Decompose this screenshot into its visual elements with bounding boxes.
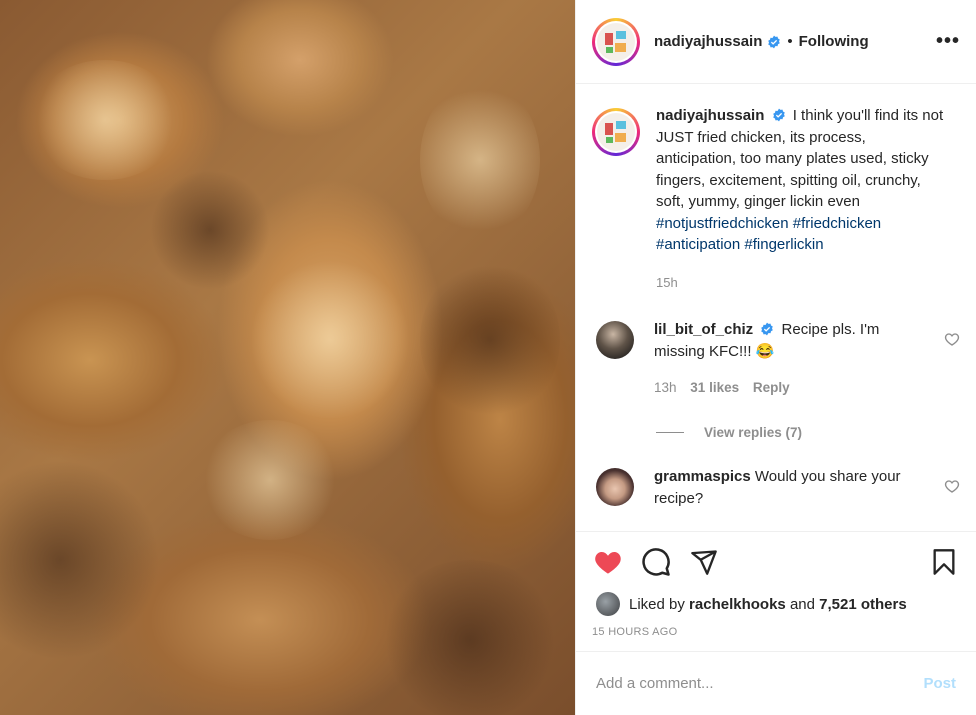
comment-input[interactable] — [596, 675, 924, 692]
caption: nadiyajhussain I think you'll find its n… — [592, 105, 960, 293]
verified-badge-icon — [768, 35, 781, 48]
hashtag-link[interactable]: #fingerlickin — [744, 236, 823, 253]
photo-highlight — [30, 60, 180, 180]
save-button[interactable] — [928, 546, 960, 578]
comment-item: lil_bit_of_chiz Recipe pls. I'm missing … — [592, 319, 960, 399]
photo-shadow — [380, 560, 560, 715]
header-separator: • — [787, 33, 793, 50]
comment-like-heart-icon[interactable] — [944, 331, 960, 347]
view-replies-line — [656, 432, 684, 433]
commenter-avatar[interactable] — [596, 321, 634, 359]
comment-body: grammaspics Would you share your recipe? — [654, 466, 914, 510]
following-button[interactable]: Following — [799, 33, 869, 50]
like-button[interactable] — [592, 546, 624, 578]
share-button[interactable] — [688, 546, 720, 578]
comment-likes[interactable]: 31 likes — [690, 380, 739, 395]
comment-body: lil_bit_of_chiz Recipe pls. I'm missing … — [654, 319, 914, 399]
post-photo[interactable] — [0, 0, 575, 715]
likes-others-link[interactable]: 7,521 others — [819, 596, 907, 613]
paper-plane-icon — [691, 550, 717, 575]
verified-badge-icon — [772, 108, 785, 122]
hashtag-link[interactable]: #notjustfriedchicken — [656, 215, 789, 232]
hashtag-link[interactable]: #friedchicken — [793, 215, 881, 232]
photo-highlight — [420, 80, 540, 240]
post-timestamp[interactable]: 15 HOURS AGO — [592, 626, 960, 638]
comments-list[interactable]: nadiyajhussain I think you'll find its n… — [576, 85, 976, 531]
comment-item: grammaspics Would you share your recipe? — [592, 466, 960, 510]
photo-highlight — [200, 420, 340, 540]
photo-shadow — [420, 260, 560, 420]
action-bar — [592, 542, 960, 582]
liker-username[interactable]: rachelkhooks — [689, 596, 786, 613]
comment-meta: 13h 31 likes Reply — [654, 377, 914, 399]
comment-button[interactable] — [640, 546, 672, 578]
caption-username[interactable]: nadiyajhussain — [656, 107, 764, 124]
comment-like-heart-icon[interactable] — [944, 478, 960, 494]
likes-and: and — [789, 595, 815, 613]
caption-avatar[interactable] — [592, 108, 640, 156]
heart-filled-icon — [595, 552, 621, 574]
post-comment-button[interactable]: Post — [923, 675, 956, 692]
verified-badge-icon — [761, 322, 774, 336]
reply-button[interactable]: Reply — [753, 380, 790, 395]
liker-avatar[interactable] — [596, 592, 620, 616]
post-header: nadiyajhussain • Following ••• — [576, 0, 976, 84]
comment-username[interactable]: lil_bit_of_chiz — [654, 321, 753, 338]
view-replies-button[interactable]: View replies (7) — [656, 425, 960, 440]
add-comment-bar: Post — [576, 651, 976, 715]
author-username[interactable]: nadiyajhussain — [654, 33, 762, 50]
comment-username[interactable]: grammaspics — [654, 468, 751, 485]
hashtag-link[interactable]: #anticipation — [656, 236, 740, 253]
caption-body: nadiyajhussain I think you'll find its n… — [656, 105, 946, 293]
author-avatar[interactable] — [592, 17, 640, 66]
photo-shadow — [150, 170, 270, 290]
likes-summary: Liked by rachelkhooks and 7,521 others — [592, 592, 960, 616]
bookmark-icon — [933, 549, 955, 575]
likes-prefix: Liked by — [629, 595, 685, 613]
caption-time[interactable]: 15h — [656, 272, 946, 294]
comment-time[interactable]: 13h — [654, 380, 677, 395]
photo-shadow — [0, 460, 160, 660]
post-actions-section: Liked by rachelkhooks and 7,521 others 1… — [576, 531, 976, 638]
commenter-avatar[interactable] — [596, 468, 634, 506]
post-side-panel: nadiyajhussain • Following ••• nadiyajhu… — [575, 0, 976, 715]
comment-bubble-icon — [642, 548, 670, 576]
photo-highlight — [250, 260, 410, 420]
more-options-icon[interactable]: ••• — [936, 30, 960, 53]
view-replies-label: View replies (7) — [704, 425, 803, 440]
